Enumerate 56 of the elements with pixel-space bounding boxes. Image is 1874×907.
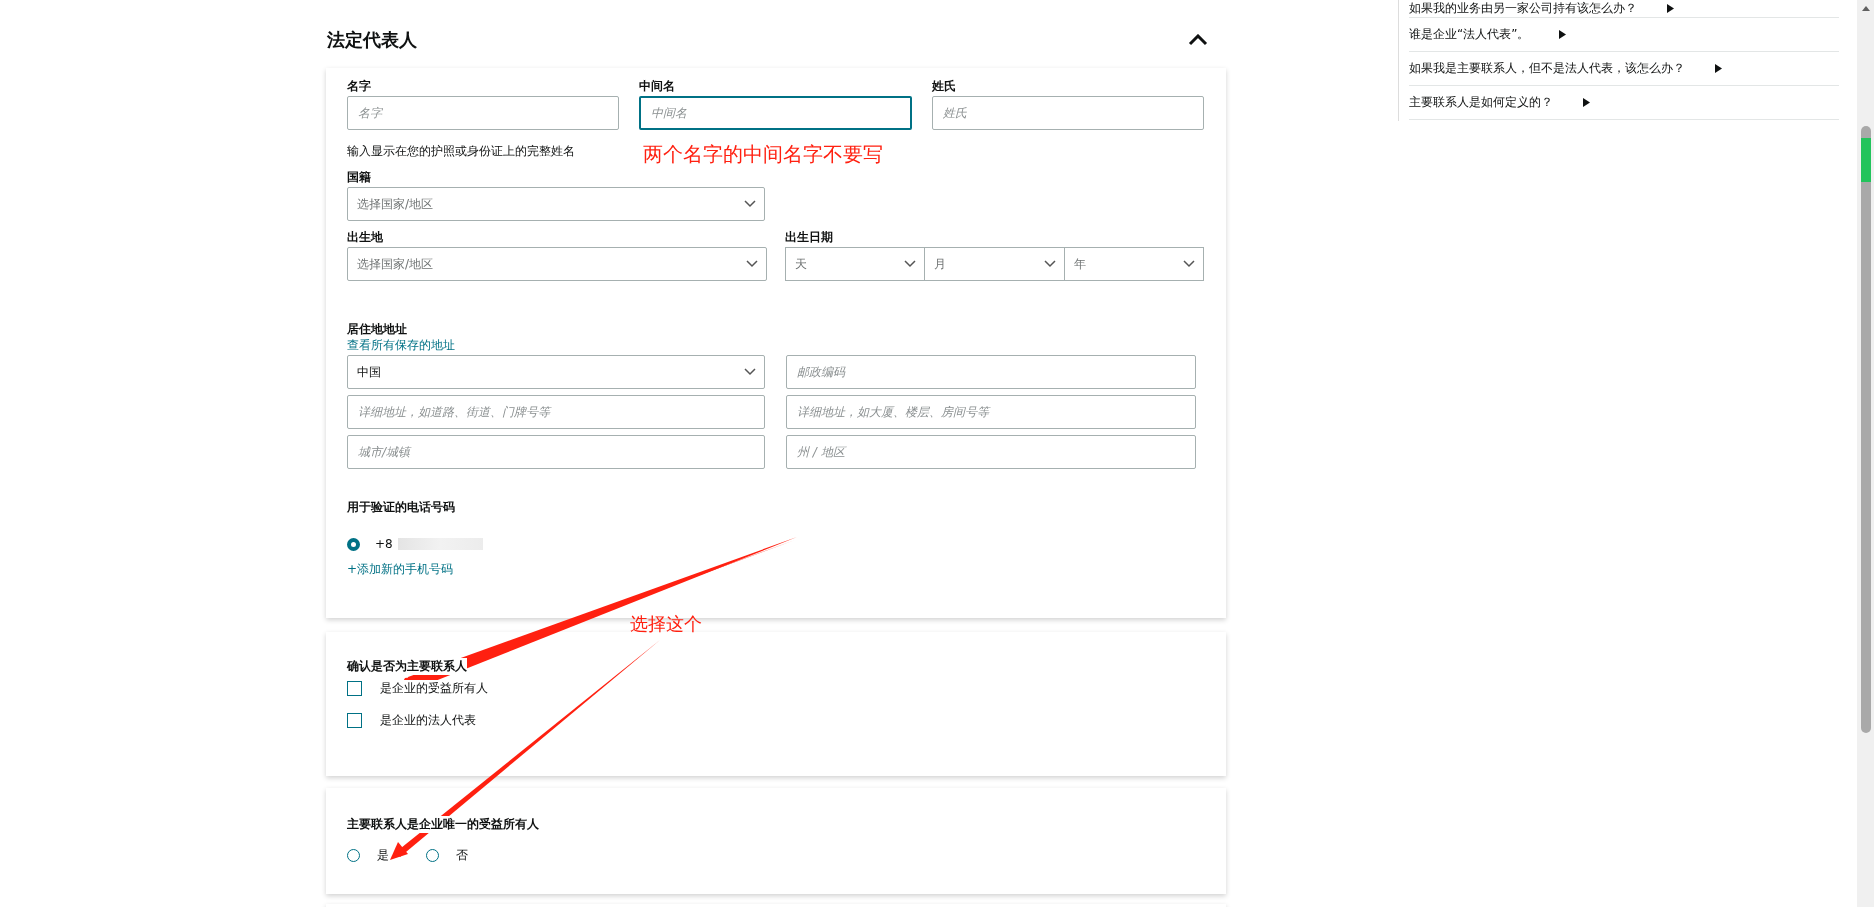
- option-label: 是: [377, 847, 389, 864]
- expand-triangle-icon: [1667, 4, 1674, 13]
- dropdown-chevron-icon: [744, 368, 756, 376]
- name-hint: 输入显示在您的护照或身份证上的完整姓名: [347, 143, 575, 160]
- faq-item[interactable]: 如果我的业务由另一家公司持有该怎么办？: [1409, 0, 1839, 18]
- scrollbar[interactable]: [1857, 0, 1874, 907]
- card-title: 主要联系人是企业唯一的受益所有人: [347, 816, 539, 833]
- address-input[interactable]: 城市/城镇: [347, 435, 765, 469]
- add-phone-link[interactable]: +添加新的手机号码: [347, 561, 454, 577]
- collapse-chevron-icon[interactable]: [1188, 34, 1208, 46]
- address-input[interactable]: 州 / 地区: [786, 435, 1196, 469]
- field-label: 用于验证的电话号码: [347, 499, 455, 515]
- field-label: 国籍: [347, 169, 371, 185]
- date-select[interactable]: 月: [925, 247, 1065, 281]
- faq-item[interactable]: 如果我是主要联系人，但不是法人代表，该怎么办？: [1409, 52, 1839, 86]
- address-input[interactable]: 详细地址，如大厦、楼层、房间号等: [786, 395, 1196, 429]
- expand-triangle-icon: [1715, 64, 1722, 73]
- address-input[interactable]: 邮政编码: [786, 355, 1196, 389]
- nationality-select[interactable]: 选择国家/地区: [347, 187, 765, 221]
- name-input[interactable]: 姓氏: [931, 96, 1204, 130]
- phone-radio[interactable]: [347, 537, 360, 551]
- dropdown-chevron-icon: [1183, 260, 1195, 268]
- scroll-thumb[interactable]: [1860, 126, 1871, 733]
- field-label: 出生日期: [784, 229, 833, 245]
- name-input[interactable]: 名字: [347, 96, 620, 130]
- option-label: 是企业的法人代表: [380, 712, 476, 729]
- dropdown-chevron-icon: [904, 260, 916, 268]
- expand-triangle-icon: [1583, 98, 1590, 107]
- date-select[interactable]: 年: [1064, 247, 1204, 281]
- dropdown-chevron-icon: [1043, 260, 1056, 268]
- birth-place-select[interactable]: 选择国家/地区: [347, 247, 767, 281]
- dropdown-chevron-icon: [745, 260, 758, 268]
- option-label: 是企业的受益所有人: [380, 680, 488, 697]
- annotation-text: 两个名字的中间名字不要写: [643, 141, 883, 168]
- faq-item[interactable]: 谁是企业“法人代表”。: [1409, 18, 1839, 52]
- address-input[interactable]: 详细地址，如道路、街道、门牌号等: [347, 395, 765, 429]
- annotation-text: 选择这个: [630, 612, 702, 636]
- name-input[interactable]: 中间名: [639, 96, 912, 130]
- expand-triangle-icon: [1559, 30, 1567, 39]
- date-select[interactable]: 天: [784, 247, 925, 281]
- scroll-up-arrow-icon[interactable]: [1861, 6, 1870, 11]
- field-label: 名字: [347, 78, 371, 94]
- dropdown-chevron-icon: [744, 200, 756, 208]
- faq-item[interactable]: 主要联系人是如何定义的？: [1409, 86, 1839, 120]
- card-title: 确认是否为主要联系人: [347, 658, 467, 675]
- phone-number: +8: [375, 537, 393, 551]
- field-label: 居住地地址: [347, 321, 407, 337]
- section-title: 法定代表人: [327, 28, 417, 52]
- option-label: 否: [456, 847, 468, 864]
- saved-addresses-link[interactable]: 查看所有保存的地址: [347, 337, 455, 353]
- country-select[interactable]: 中国: [347, 355, 765, 389]
- field-label: 出生地: [347, 229, 383, 245]
- field-label: 中间名: [639, 78, 676, 94]
- checkbox[interactable]: [347, 713, 362, 728]
- field-label: 姓氏: [931, 78, 956, 94]
- checkbox[interactable]: [347, 681, 362, 696]
